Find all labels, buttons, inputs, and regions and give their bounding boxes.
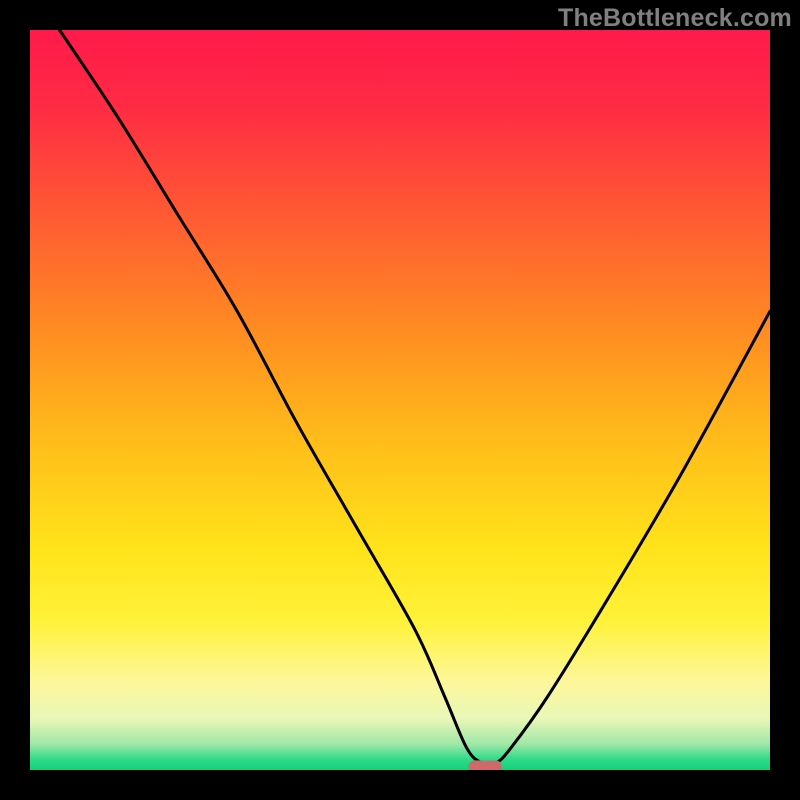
gradient-background [30,30,770,770]
plot-area [30,30,770,770]
optimal-marker [468,760,501,770]
bottleneck-chart [30,30,770,770]
watermark-text: TheBottleneck.com [558,4,792,33]
chart-frame: TheBottleneck.com [0,0,800,800]
